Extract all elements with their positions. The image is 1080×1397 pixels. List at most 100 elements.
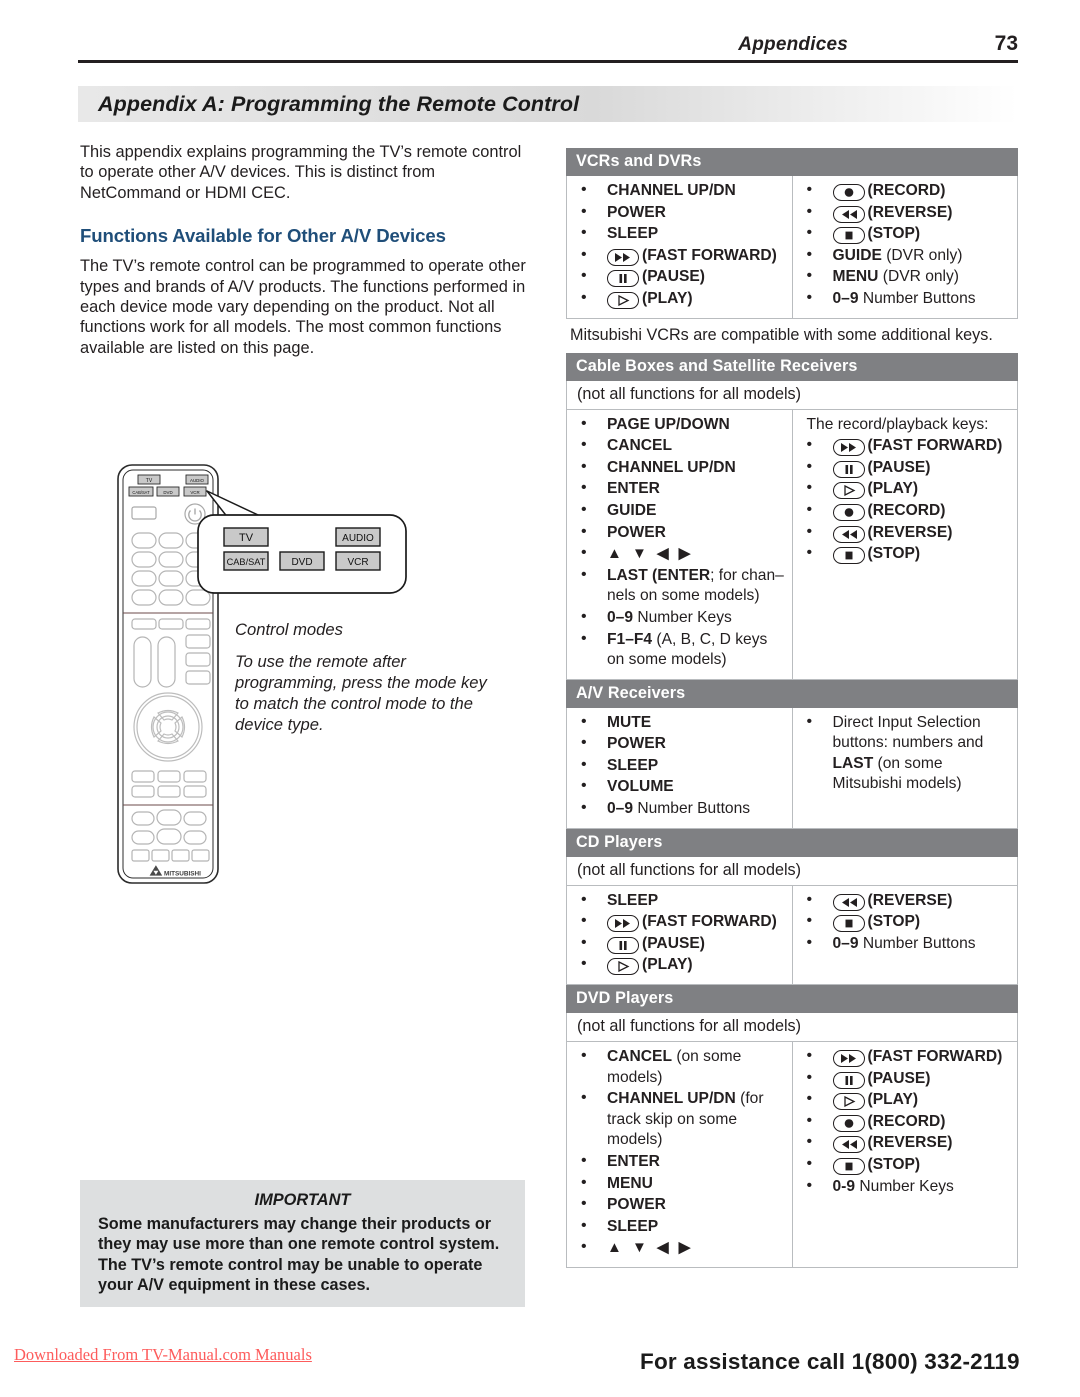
pause-icon — [607, 270, 639, 288]
function-list-item: MENU — [571, 1173, 788, 1195]
stop-icon — [832, 227, 865, 245]
direction-arrows-icon: ▲ ▼ ◀ ▶ — [607, 545, 694, 563]
table-column-left: PAGE UP/DOWNCANCELCHANNEL UP/DNENTERGUID… — [567, 409, 793, 679]
table-header-dvd-players: DVD Players — [566, 985, 1018, 1014]
important-title: IMPORTANT — [254, 1191, 351, 1209]
svg-text:TV: TV — [146, 478, 153, 484]
function-list-item: 0–9 Number Buttons — [571, 798, 788, 820]
remote-control-figure: TV AUDIO CAB/SAT DVD VCR MITSUBISHI TV A… — [100, 455, 560, 905]
function-list-item: (FAST FORWARD) — [571, 245, 788, 267]
function-list-item: ENTER — [571, 1151, 788, 1173]
table-column-right: (RECORD)(REVERSE)(STOP)GUIDE (DVR only)M… — [793, 176, 1018, 318]
reverse-icon — [832, 893, 865, 911]
svg-text:CAB/SAT: CAB/SAT — [227, 557, 266, 567]
play-icon — [607, 291, 639, 309]
function-list-item: CHANNEL UP/DN — [571, 180, 788, 202]
function-list-item: MUTE — [571, 712, 788, 734]
function-list-item: Direct Input Selection buttons: numbers … — [797, 712, 1014, 795]
svg-text:DVD: DVD — [291, 557, 312, 568]
function-list: CHANNEL UP/DNPOWERSLEEP(FAST FORWARD)(PA… — [571, 180, 788, 310]
function-list-item: (PLAY) — [797, 1089, 1014, 1111]
stop-icon — [832, 1158, 865, 1175]
page-header: Appendices 73 — [78, 26, 1018, 68]
function-list-item: 0-9 Number Keys — [797, 1176, 1014, 1198]
function-list-item: GUIDE (DVR only) — [797, 245, 1014, 267]
mitsubishi-logo: MITSUBISHI — [149, 865, 201, 878]
function-list-item: CANCEL — [571, 435, 788, 457]
function-list-item: F1–F4 (A, B, C, D keys on some models) — [571, 628, 788, 671]
function-list: CANCEL (on some models)CHANNEL UP/DN (fo… — [571, 1046, 788, 1259]
record-icon — [832, 503, 865, 521]
fast-forward-icon — [607, 248, 639, 266]
table-subtitle-dvd-players: (not all functions for all models) — [566, 1013, 1018, 1043]
function-list: (RECORD)(REVERSE)(STOP)GUIDE (DVR only)M… — [797, 180, 1014, 310]
function-list-item: POWER — [571, 1194, 788, 1216]
function-list-item: SLEEP — [571, 1216, 788, 1238]
function-list-item: (PLAY) — [797, 478, 1014, 500]
function-list-item: (FAST FORWARD) — [797, 435, 1014, 457]
function-list-item: 0–9 Number Buttons — [797, 933, 1014, 955]
pause-icon — [607, 936, 639, 954]
header-rule — [78, 60, 1018, 63]
function-list-item: SLEEP — [571, 755, 788, 777]
function-list-item: (STOP) — [797, 1154, 1014, 1176]
function-list-item: MENU (DVR only) — [797, 266, 1014, 288]
table-cd-players: CD Players (not all functions for all mod… — [566, 828, 1018, 986]
reverse-icon — [832, 525, 865, 543]
function-list-item: ENTER — [571, 478, 788, 500]
function-list-item: SLEEP — [571, 223, 788, 245]
page-number: 73 — [994, 32, 1018, 55]
intro-body: The TV’s remote control can be programme… — [80, 257, 526, 357]
function-list: Direct Input Selection buttons: numbers … — [797, 712, 1014, 795]
function-list: (REVERSE)(STOP)0–9 Number Buttons — [797, 890, 1014, 955]
table-column-left: SLEEP(FAST FORWARD)(PAUSE)(PLAY) — [567, 885, 793, 985]
stop-icon — [832, 547, 865, 565]
download-watermark[interactable]: Downloaded From TV-Manual.com Manuals — [14, 1345, 312, 1365]
function-list-item: (PAUSE) — [571, 266, 788, 288]
table-column-right: The record/playback keys:(FAST FORWARD)(… — [793, 410, 1018, 679]
table-subtitle-cable-boxes-and-satellite-receivers: (not all functions for all models) — [566, 380, 1018, 410]
table-header-cd-players: CD Players — [566, 828, 1018, 857]
table-body-vcrs-and-dvrs: CHANNEL UP/DNPOWERSLEEP(FAST FORWARD)(PA… — [566, 176, 1018, 319]
function-list-item: CHANNEL UP/DN — [571, 457, 788, 479]
table-column-right: Direct Input Selection buttons: numbers … — [793, 708, 1018, 828]
table-column-right: (FAST FORWARD)(PAUSE)(PLAY)(RECORD)(REVE… — [793, 1042, 1018, 1267]
function-list-item: ▲ ▼ ◀ ▶ — [571, 1237, 788, 1259]
function-list-item: (PAUSE) — [797, 1068, 1014, 1090]
table-vcrs-and-dvrs: VCRs and DVRs CHANNEL UP/DNPOWERSLEEP(FAS… — [566, 148, 1018, 319]
fast-forward-icon — [607, 915, 639, 933]
function-list-item: POWER — [571, 733, 788, 755]
function-list-item: (FAST FORWARD) — [571, 911, 788, 933]
svg-text:CAB/SAT: CAB/SAT — [132, 490, 150, 495]
stop-icon — [832, 915, 865, 933]
table-column-left: CANCEL (on some models)CHANNEL UP/DN (fo… — [567, 1042, 793, 1267]
function-list-item: (STOP) — [797, 543, 1014, 565]
function-list-item: (RECORD) — [797, 500, 1014, 522]
table-note-vcrs-and-dvrs: Mitsubishi VCRs are compatible with some… — [570, 325, 993, 344]
important-text: Some manufacturers may change their prod… — [98, 1215, 500, 1295]
pause-icon — [832, 1071, 865, 1089]
function-list-item: (FAST FORWARD) — [797, 1046, 1014, 1068]
table-cable-boxes-and-satellite-receivers: Cable Boxes and Satellite Receivers (not … — [566, 352, 1018, 680]
function-list-item: (STOP) — [797, 223, 1014, 245]
function-list-item: (REVERSE) — [797, 202, 1014, 224]
svg-text:AUDIO: AUDIO — [190, 478, 204, 483]
function-list-item: 0–9 Number Keys — [571, 607, 788, 629]
play-icon — [832, 482, 865, 500]
function-list: The record/playback keys:(FAST FORWARD)(… — [797, 415, 1014, 565]
function-list-item: SLEEP — [571, 890, 788, 912]
function-list-item: POWER — [571, 522, 788, 544]
important-callout: IMPORTANT Some manufacturers may change … — [80, 1180, 525, 1307]
function-list-item: (PAUSE) — [571, 933, 788, 955]
table-header-vcrs-and-dvrs: VCRs and DVRs — [566, 148, 1018, 176]
section-heading: Functions Available for Other A/V Device… — [80, 225, 446, 247]
function-list-item: (RECORD) — [797, 180, 1014, 202]
reverse-icon — [832, 205, 865, 223]
function-list-item: (REVERSE) — [797, 522, 1014, 544]
device-function-tables: VCRs and DVRsCHANNEL UP/DNPOWERSLEEP(FAS… — [566, 148, 1018, 1268]
svg-text:MITSUBISHI: MITSUBISHI — [164, 871, 201, 878]
pause-icon — [832, 460, 865, 478]
fast-forward-icon — [832, 1050, 865, 1068]
play-icon — [832, 1093, 865, 1111]
record-icon — [832, 184, 865, 201]
